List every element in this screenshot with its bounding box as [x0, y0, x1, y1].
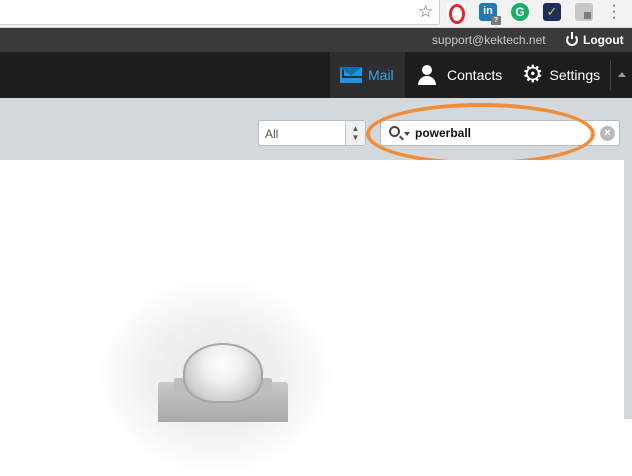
account-bar: support@kektech.net Logout [0, 28, 632, 52]
nav-contacts[interactable]: Contacts [417, 52, 502, 98]
nav-contacts-label: Contacts [447, 67, 503, 83]
logout-label: Logout [583, 33, 624, 47]
envelope-icon [340, 67, 362, 83]
search-scope-select[interactable]: All ▲ ▼ [258, 120, 366, 146]
clear-search-icon[interactable]: × [600, 126, 615, 141]
search-icon[interactable] [389, 126, 400, 137]
grammarly-icon[interactable]: G [511, 3, 529, 21]
nav-divider [610, 60, 611, 90]
illustration-ball [183, 343, 263, 403]
browser-toolbar: ☆ in ? G ✓ · · · [0, 0, 632, 28]
search-input[interactable] [415, 124, 585, 142]
empty-state-illustration [158, 340, 288, 422]
pane-border [624, 160, 632, 419]
account-email: support@kektech.net [432, 33, 546, 47]
address-bar[interactable] [0, 0, 440, 25]
nav-mail-label: Mail [368, 67, 394, 83]
linkedin-icon[interactable]: in ? [479, 3, 501, 25]
nav-collapse-caret-icon[interactable] [618, 72, 626, 77]
logout-button[interactable]: Logout [566, 32, 624, 47]
nav-settings-label: Settings [549, 67, 601, 83]
power-icon [566, 32, 578, 46]
grey-extension-icon[interactable] [575, 3, 593, 21]
gear-icon: ⚙ [522, 61, 544, 88]
checklist-icon[interactable]: ✓ [543, 3, 561, 21]
search-scope-value: All [265, 127, 279, 141]
mail-toolbar: All ▲▼ × [0, 98, 632, 160]
search-options-caret-icon[interactable] [404, 132, 410, 136]
main-nav: Mail Contacts ⚙ Settings [0, 52, 632, 98]
user-icon [417, 65, 437, 85]
nav-settings[interactable]: ⚙ Settings [522, 52, 600, 98]
search-box[interactable]: × [380, 120, 620, 146]
bookmark-star-icon[interactable]: ☆ [418, 2, 433, 22]
nav-mail[interactable]: Mail [330, 52, 405, 98]
browser-menu-icon[interactable]: · · · [609, 0, 619, 26]
linkedin-badge: ? [491, 16, 501, 25]
select-arrows-icon: ▲ ▼ [345, 121, 365, 145]
opera-icon[interactable] [447, 3, 465, 24]
